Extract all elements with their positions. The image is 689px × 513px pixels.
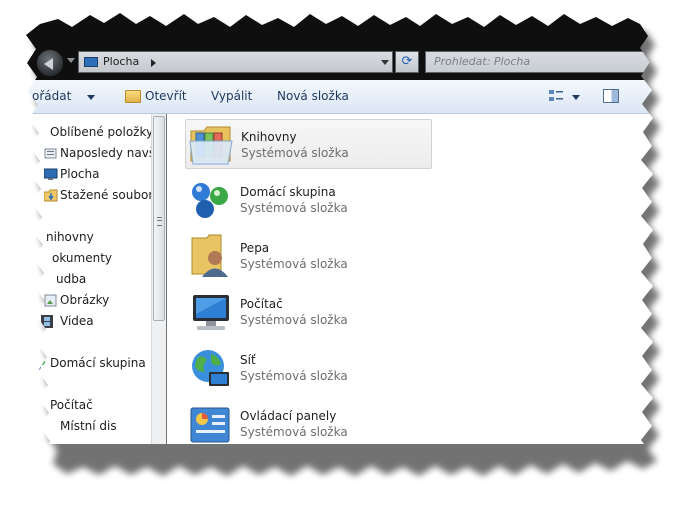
item-name: Počítač: [240, 297, 283, 311]
navigation-scrollbar[interactable]: [151, 114, 166, 444]
nav-item-label: Stažené soubory: [60, 188, 161, 202]
user-folder-icon: [187, 234, 233, 278]
libraries-folder-icon: [188, 123, 234, 167]
breadcrumb-chevron-icon[interactable]: [151, 59, 156, 67]
control-panel-icon: [187, 402, 233, 446]
nav-item-label: Videa: [60, 314, 94, 328]
open-button[interactable]: Otevřít: [145, 89, 187, 103]
scrollbar-thumb[interactable]: [153, 116, 165, 321]
file-list: Knihovny Systémová složka Domácí skupina…: [167, 114, 689, 444]
nav-item-label: Oblíbené položky: [50, 125, 154, 139]
desktop-icon: [44, 168, 58, 181]
list-item-libraries[interactable]: Knihovny Systémová složka: [185, 119, 432, 169]
network-globe-icon: [187, 346, 233, 390]
nav-item-label: okumenty: [52, 251, 113, 265]
item-type: Systémová složka: [240, 257, 348, 271]
pictures-icon: [44, 294, 58, 307]
preview-pane-icon[interactable]: [603, 89, 619, 103]
change-view-icon[interactable]: [548, 89, 564, 103]
item-type: Systémová složka: [241, 146, 349, 160]
nav-item-label: Obrázky: [60, 293, 110, 307]
item-name: Ovládací panely: [240, 409, 337, 423]
item-type: Systémová složka: [240, 369, 348, 383]
back-button[interactable]: [36, 49, 64, 77]
nav-item-label: Domácí skupina: [50, 356, 146, 370]
list-item-control-panel[interactable]: Ovládací panely Systémová složka: [185, 399, 432, 449]
item-type: Systémová složka: [240, 425, 348, 439]
nav-item-label: Počítač: [50, 398, 93, 412]
nav-item-label: Naposledy navští: [60, 146, 164, 160]
command-bar: ořádat Otevřít Vypálit Nová složka: [0, 80, 689, 114]
address-location[interactable]: Plocha: [103, 55, 139, 68]
item-type: Systémová složka: [240, 201, 348, 215]
item-name: Knihovny: [241, 130, 297, 144]
new-folder-button[interactable]: Nová složka: [277, 89, 349, 103]
recent-places-icon: [44, 147, 58, 160]
item-name: Pepa: [240, 241, 270, 255]
computer-icon: [187, 290, 233, 334]
list-item-pepa[interactable]: Pepa Systémová složka: [185, 231, 432, 281]
explorer-window: Plocha ⟳ Prohledat: Plocha ořádat Otevří…: [0, 0, 689, 513]
view-options-dropdown-icon[interactable]: [572, 95, 580, 100]
list-item-homegroup[interactable]: Domácí skupina Systémová složka: [185, 175, 432, 225]
nav-item-label: nihovny: [46, 230, 94, 244]
item-name: Síť: [240, 353, 256, 367]
nav-item-label: Plocha: [60, 167, 100, 181]
scroll-grip-icon: [157, 217, 162, 226]
open-folder-icon[interactable]: [125, 90, 141, 103]
item-type: Systémová složka: [240, 313, 348, 327]
nav-item-label: udba: [56, 272, 87, 286]
downloads-folder-icon: [44, 189, 58, 202]
organize-button[interactable]: ořádat: [32, 89, 71, 103]
recent-pages-dropdown[interactable]: [67, 58, 75, 63]
nav-item-label: Místní dis: [60, 419, 117, 433]
refresh-button[interactable]: ⟳: [395, 51, 419, 73]
explorer-window-torn-frame: Plocha ⟳ Prohledat: Plocha ořádat Otevří…: [0, 0, 689, 513]
list-item-computer[interactable]: Počítač Systémová složka: [185, 287, 432, 337]
refresh-icon: ⟳: [401, 54, 413, 69]
search-input[interactable]: Prohledat: Plocha: [425, 51, 655, 73]
chevron-down-icon[interactable]: [87, 95, 95, 100]
item-name: Domácí skupina: [240, 185, 336, 199]
desktop-icon: [84, 57, 98, 67]
address-dropdown-icon[interactable]: [381, 60, 389, 65]
address-bar[interactable]: Plocha: [78, 51, 393, 73]
burn-button[interactable]: Vypálit: [211, 89, 252, 103]
homegroup-icon: [187, 178, 233, 222]
list-item-network[interactable]: Síť Systémová složka: [185, 343, 432, 393]
search-placeholder: Prohledat: Plocha: [434, 55, 531, 68]
